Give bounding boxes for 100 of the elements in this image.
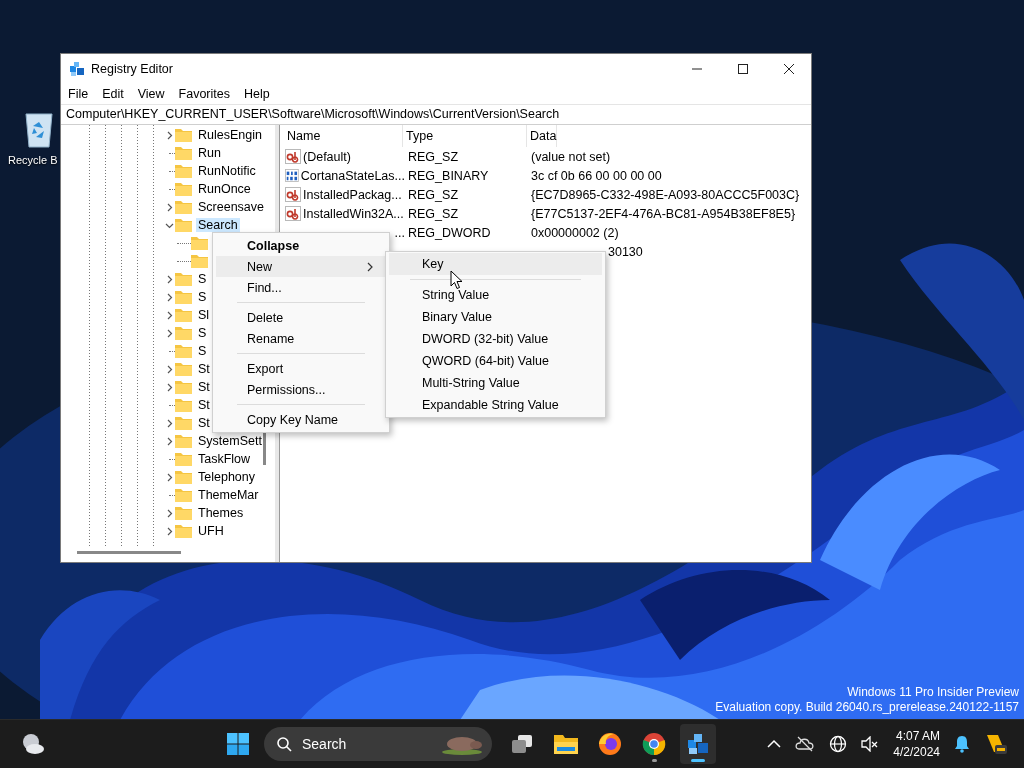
menu-item[interactable]: Copy Key Name	[216, 409, 386, 430]
menu-item[interactable]: DWORD (32-bit) Value	[389, 328, 602, 350]
tree-item[interactable]: Sl	[196, 308, 212, 322]
tree-item[interactable]: St	[196, 398, 212, 412]
folder-icon	[175, 218, 192, 232]
table-cell: InstalledPackag...	[303, 187, 402, 202]
menu-item[interactable]: File	[61, 86, 96, 101]
clock-date[interactable]: 4/2/2024	[893, 744, 940, 760]
column-header[interactable]: Data	[527, 125, 558, 147]
folder-icon	[175, 182, 192, 196]
string-value-icon	[285, 149, 301, 164]
folder-icon	[175, 272, 192, 286]
menu-item[interactable]: Delete	[216, 307, 386, 328]
menu-item-label: Rename	[247, 331, 295, 346]
string-value-icon	[285, 206, 301, 221]
tree-item[interactable]: S	[196, 290, 209, 304]
menu-item[interactable]: Favorites	[171, 86, 237, 101]
menu-item[interactable]: Export	[216, 358, 386, 379]
menu-item-label: Permissions...	[247, 382, 326, 397]
table-cell-text: REG_SZ	[407, 149, 459, 164]
watermark-text: Evaluation copy. Build 26040.rs_prerelease.240122-1157	[715, 700, 1019, 715]
folder-icon	[175, 146, 192, 160]
folder-icon	[553, 732, 579, 756]
weather-icon[interactable]	[20, 732, 46, 756]
folder-icon	[175, 470, 192, 484]
tree-item[interactable]: Run	[196, 146, 223, 160]
speaker-muted-icon[interactable]	[861, 736, 880, 752]
window-title: Registry Editor	[91, 61, 173, 76]
table-cell-text: REG_BINARY	[407, 168, 490, 183]
windows-logo-icon[interactable]	[226, 732, 250, 756]
folder-icon	[175, 488, 192, 502]
maximize-icon[interactable]	[737, 62, 749, 75]
tree-item[interactable]: RunNotific	[196, 164, 258, 178]
search-icon	[276, 736, 292, 752]
tree-item[interactable]: S	[196, 326, 209, 340]
task-view-icon	[510, 732, 534, 756]
chevron-up-icon[interactable]	[767, 739, 782, 749]
tree-item[interactable]: S	[196, 272, 209, 286]
menu-item[interactable]: New	[216, 256, 386, 277]
menu-item[interactable]: Rename	[216, 328, 386, 349]
tree-item[interactable]: St	[196, 416, 212, 430]
menu-item-label: Delete	[247, 310, 284, 325]
menu-item[interactable]: Collapse	[216, 235, 386, 256]
table-cell-text: 0x00000002 (2)	[530, 225, 619, 240]
tree-item[interactable]: S	[196, 344, 209, 358]
menu-item[interactable]: Help	[237, 86, 277, 101]
pointer-icon	[450, 270, 463, 290]
tree-item[interactable]: UFH	[196, 524, 226, 538]
menu-item[interactable]: Key	[389, 253, 602, 275]
string-value-icon	[285, 187, 301, 202]
tree-item[interactable]: Screensave	[196, 200, 266, 214]
folder-icon	[175, 506, 192, 520]
clock-time[interactable]: 4:07 AM	[895, 728, 940, 744]
menu-item-label: Export	[247, 361, 284, 376]
app-icon[interactable]	[984, 732, 1008, 756]
chevron-right-icon	[367, 261, 374, 272]
tree-item[interactable]: ThemeMar	[196, 488, 261, 502]
cloud-icon[interactable]	[795, 736, 816, 752]
table-cell-text: REG_DWORD	[407, 225, 492, 240]
folder-icon	[175, 344, 192, 358]
tree-item[interactable]: Telephony	[196, 470, 257, 484]
desktop-icon-label[interactable]: Recycle B	[8, 154, 58, 166]
tree-item[interactable]: Search	[196, 218, 240, 232]
tree-item[interactable]: St	[196, 362, 212, 376]
watermark-text: Windows 11 Pro Insider Preview	[847, 685, 1019, 700]
browser-icon	[598, 732, 622, 756]
menu-item-label: Copy Key Name	[247, 412, 338, 427]
menu-item[interactable]: Permissions...	[216, 379, 386, 400]
address-bar[interactable]: Computer\HKEY_CURRENT_USER\Software\Microsoft\Windows\CurrentVersion\Search	[61, 104, 811, 125]
folder-icon	[175, 326, 192, 340]
table-cell-text: {E77C5137-2EF4-476A-BC81-A954B38EF8E5}	[530, 206, 796, 221]
menu-item[interactable]: Multi-String Value	[389, 372, 602, 394]
tree-item[interactable]: RulesEngin	[196, 128, 264, 142]
tree-item[interactable]: TaskFlow	[196, 452, 253, 466]
taskbar-button[interactable]	[680, 724, 716, 764]
table-cell-text: (value not set)	[530, 149, 611, 164]
menu-item[interactable]: Edit	[95, 86, 131, 101]
menu-item[interactable]: Find...	[216, 277, 386, 298]
tree-item[interactable]: RunOnce	[196, 182, 253, 196]
column-header[interactable]: Name	[284, 125, 403, 147]
folder-icon	[175, 380, 192, 394]
close-icon[interactable]	[783, 62, 795, 75]
menu-item[interactable]: String Value	[389, 284, 602, 306]
globe-icon[interactable]	[829, 735, 848, 753]
column-header[interactable]: Type	[403, 125, 527, 147]
browser-icon	[642, 732, 666, 756]
folder-icon	[175, 452, 192, 466]
menu-item[interactable]: View	[130, 86, 172, 101]
bell-icon[interactable]	[954, 735, 970, 753]
folder-icon	[175, 164, 192, 178]
search-field[interactable]: Search	[264, 727, 492, 761]
tree-item[interactable]: Themes	[196, 506, 246, 520]
menu-item[interactable]: Expandable String Value	[389, 394, 602, 416]
tree-item[interactable]: SystemSett	[196, 434, 264, 448]
menu-item[interactable]: QWORD (64-bit) Value	[389, 350, 602, 372]
scrollbar-thumb[interactable]	[77, 551, 181, 554]
menu-item-label: Collapse	[247, 238, 300, 253]
tree-item[interactable]: St	[196, 380, 212, 394]
menu-item[interactable]: Binary Value	[389, 306, 602, 328]
folder-icon	[175, 434, 192, 448]
